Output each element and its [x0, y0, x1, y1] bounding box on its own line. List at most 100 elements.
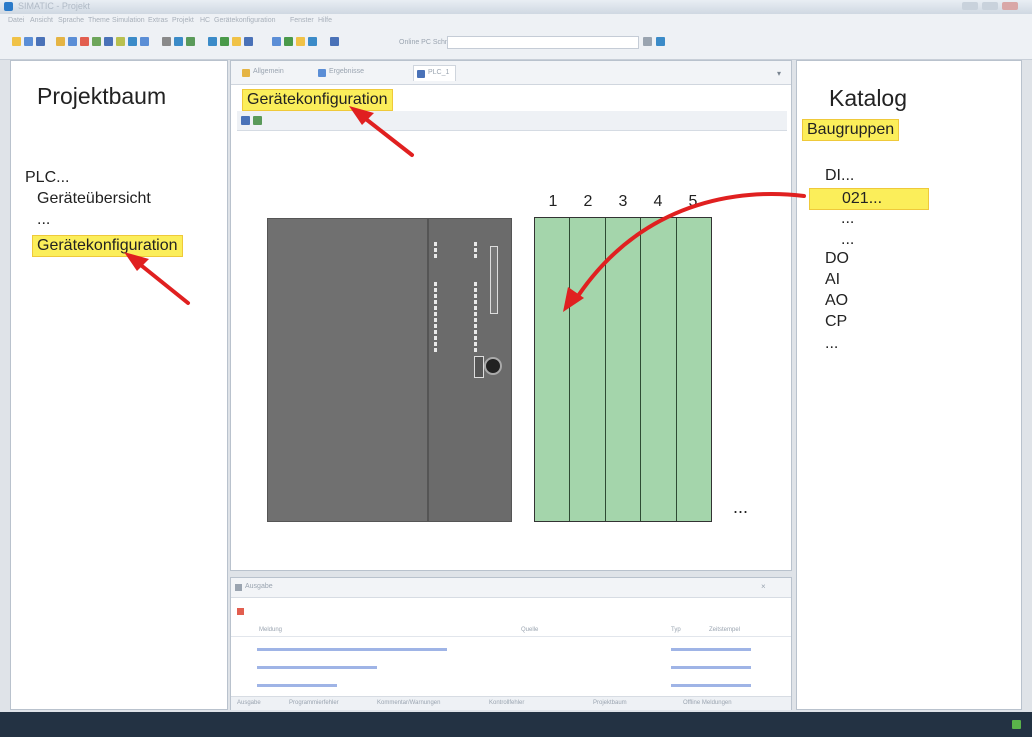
catalog-item-ai[interactable]: AI	[825, 271, 840, 289]
accessible-devices-icon[interactable]	[272, 37, 281, 46]
start-cpu-icon[interactable]	[208, 37, 217, 46]
cpu-led	[434, 336, 437, 340]
catalog-item-di[interactable]: DI...	[825, 167, 854, 185]
table-row[interactable]	[257, 648, 447, 651]
cpu-led	[434, 288, 437, 292]
interface-select[interactable]	[447, 36, 639, 49]
split-editor-icon[interactable]	[308, 37, 317, 46]
tab-offline-meldungen[interactable]: Offline Meldungen	[683, 700, 732, 706]
slot-3[interactable]	[605, 218, 642, 521]
maximize-button[interactable]	[982, 2, 998, 10]
slot-5[interactable]	[676, 218, 712, 521]
tab-kontrollfehler[interactable]: Kontrollfehler	[489, 700, 524, 706]
table-row[interactable]	[257, 684, 337, 687]
slot-number: 3	[618, 193, 628, 210]
upload-icon[interactable]	[140, 37, 149, 46]
open-project-icon[interactable]	[24, 37, 33, 46]
slot-number: 5	[688, 193, 698, 210]
tab-projektbaum[interactable]: Projektbaum	[593, 700, 627, 706]
tab-label: Ergebnisse	[329, 68, 365, 75]
slot-4[interactable]	[641, 218, 677, 521]
cpu-led	[474, 242, 477, 246]
close-icon[interactable]: ×	[761, 582, 766, 591]
column-source[interactable]: Quelle	[521, 627, 538, 633]
close-button[interactable]	[1002, 2, 1018, 10]
window-split-icon[interactable]	[244, 37, 253, 46]
tab-ausgabe[interactable]: Ausgabe	[237, 700, 261, 706]
menu-item-sprache[interactable]: Sprache	[58, 17, 84, 24]
menu-item-simulation[interactable]: Simulation	[112, 17, 145, 24]
cpu-led	[434, 348, 437, 352]
tab-kommentar[interactable]: Kommentar/Warnungen	[377, 700, 440, 706]
menu-item-hilfe[interactable]: Hilfe	[318, 17, 332, 24]
table-row-meta	[671, 684, 751, 687]
filter-icon[interactable]	[237, 608, 244, 615]
compile-icon[interactable]	[116, 37, 125, 46]
chevron-down-icon[interactable]	[643, 37, 652, 46]
simulation-icon[interactable]	[232, 37, 241, 46]
settings-icon[interactable]	[330, 37, 339, 46]
cut-icon[interactable]	[56, 37, 65, 46]
slot-1[interactable]	[535, 218, 571, 521]
go-offline-icon[interactable]	[174, 37, 183, 46]
catalog-subtitle: Baugruppen	[802, 119, 900, 141]
menu-item-extras[interactable]: Extras	[148, 17, 168, 24]
go-online-icon[interactable]	[162, 37, 171, 46]
cpu-led	[474, 318, 477, 322]
menu-item-geraetekonfiguration[interactable]: Gerätekonfiguration	[214, 17, 275, 24]
connect-icon[interactable]	[656, 37, 665, 46]
cpu-led	[434, 330, 437, 334]
column-message[interactable]: Meldung	[259, 627, 282, 633]
paste-icon[interactable]	[80, 37, 89, 46]
redo-icon[interactable]	[104, 37, 113, 46]
device-view-icon[interactable]	[241, 116, 250, 125]
menu-item-ansicht[interactable]: Ansicht	[30, 17, 53, 24]
cpu-led	[474, 294, 477, 298]
slot-2[interactable]	[570, 218, 606, 521]
cpu-module-front[interactable]	[428, 218, 512, 522]
menu-item-hc[interactable]: HC	[200, 17, 210, 24]
catalog-item-do[interactable]: DO	[825, 250, 849, 268]
tree-item-plc[interactable]: PLC...	[25, 169, 69, 187]
tab-list-chevron-icon[interactable]: ▾	[777, 69, 781, 78]
column-timestamp[interactable]: Zeitstempel	[709, 627, 740, 633]
undo-icon[interactable]	[92, 37, 101, 46]
catalog-item-cp[interactable]: CP	[825, 313, 847, 331]
cpu-slot-indicator	[490, 246, 498, 314]
menu-item-projekt[interactable]: Projekt	[172, 17, 194, 24]
cross-reference-icon[interactable]	[284, 37, 293, 46]
table-row[interactable]	[257, 666, 377, 669]
tab-programmierfehler[interactable]: Programmierfehler	[289, 700, 339, 706]
monitor-icon[interactable]	[186, 37, 195, 46]
table-row-meta	[671, 648, 751, 651]
cpu-led	[474, 330, 477, 334]
menu-item-datei[interactable]: Datei	[8, 17, 24, 24]
column-type[interactable]: Typ	[671, 627, 681, 633]
save-icon[interactable]	[36, 37, 45, 46]
download-icon[interactable]	[128, 37, 137, 46]
minimize-button[interactable]	[962, 2, 978, 10]
new-project-icon[interactable]	[12, 37, 21, 46]
cpu-module[interactable]	[267, 218, 428, 522]
tab-ergebnisse[interactable]: Ergebnisse	[315, 65, 370, 81]
search-icon[interactable]	[296, 37, 305, 46]
cpu-led	[474, 282, 477, 286]
cpu-led	[434, 318, 437, 322]
copy-icon[interactable]	[68, 37, 77, 46]
tree-item-device-configuration[interactable]: Gerätekonfiguration	[32, 235, 183, 257]
tab-general-icon	[242, 69, 250, 77]
output-header: Ausgabe ×	[231, 578, 791, 598]
cpu-mode-switch[interactable]	[474, 356, 484, 378]
tab-allgemein[interactable]: Allgemein	[239, 65, 290, 81]
tab-plc[interactable]: PLC_1	[413, 65, 457, 81]
stop-cpu-icon[interactable]	[220, 37, 229, 46]
menu-item-fenster[interactable]: Fenster	[290, 17, 314, 24]
cpu-led	[434, 242, 437, 246]
project-tree-panel: Projektbaum PLC... Geräteübersicht ... G…	[10, 60, 228, 710]
network-view-icon[interactable]	[253, 116, 262, 125]
catalog-item-ao[interactable]: AO	[825, 292, 848, 310]
tree-item-device-overview[interactable]: Geräteübersicht	[37, 190, 151, 208]
menu-item-theme[interactable]: Theme	[88, 17, 110, 24]
catalog-item-021[interactable]: 021...	[809, 188, 929, 210]
status-bar	[0, 712, 1032, 737]
